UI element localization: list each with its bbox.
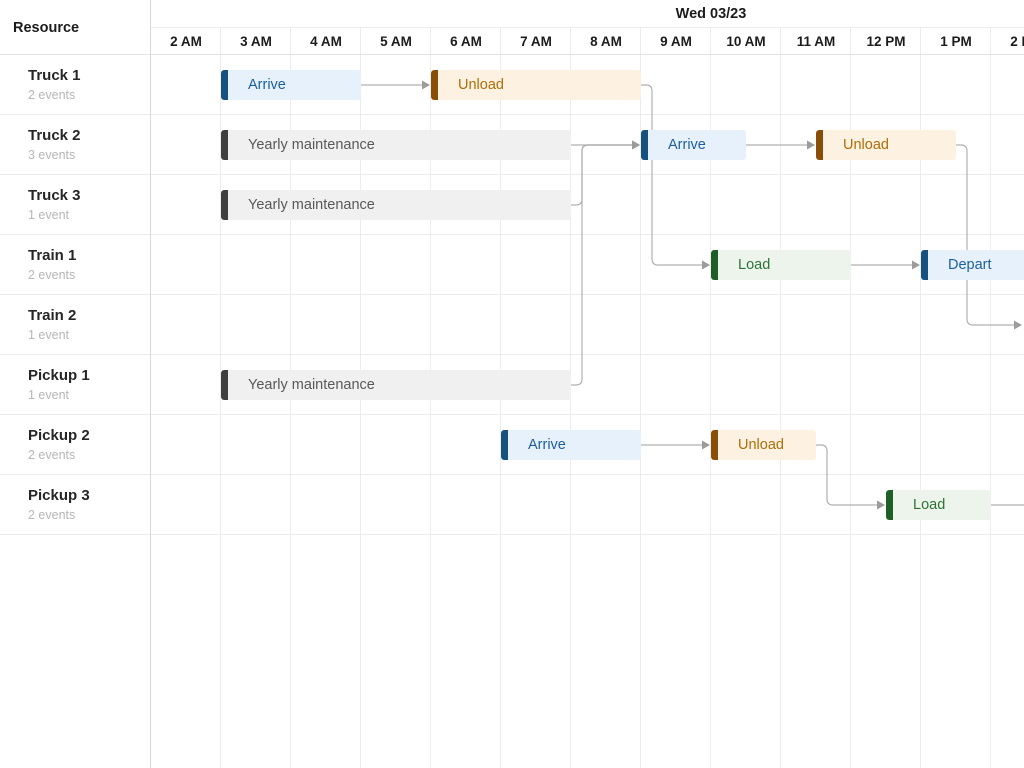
dependency-arrowhead (807, 141, 815, 150)
dependency-line (816, 445, 884, 505)
resource-event-count: 1 event (28, 206, 150, 225)
event-label: Yearly maintenance (221, 370, 571, 400)
event-label: Load (711, 250, 851, 280)
hour-header-cell: 8 AM (571, 27, 641, 55)
resource-name: Pickup 1 (28, 366, 150, 386)
event-bar-t1-unload[interactable]: Unload (431, 70, 641, 100)
resource-row-truck-1[interactable]: Truck 12 events (0, 55, 150, 115)
resource-name: Train 1 (28, 246, 150, 266)
event-label: Arrive (501, 430, 641, 460)
event-label: Arrive (221, 70, 361, 100)
resource-row-pickup-3[interactable]: Pickup 32 events (0, 475, 150, 535)
resource-event-count: 1 event (28, 326, 150, 345)
resource-row-train-2[interactable]: Train 21 event (0, 295, 150, 355)
event-label: Unload (431, 70, 641, 100)
hour-header-cell: 3 AM (221, 27, 291, 55)
dependency-line (641, 85, 709, 265)
resource-name: Truck 3 (28, 186, 150, 206)
resource-row-truck-2[interactable]: Truck 23 events (0, 115, 150, 175)
event-bar-tr1-depart[interactable]: Depart (921, 250, 1024, 280)
resource-name: Train 2 (28, 306, 150, 326)
hour-header-cell: 7 AM (501, 27, 571, 55)
event-label: Arrive (641, 130, 746, 160)
dependency-arrowhead (912, 261, 920, 270)
event-left-accent (711, 430, 718, 460)
resource-name: Truck 1 (28, 66, 150, 86)
dependency-line (956, 145, 1021, 325)
dependency-line (571, 145, 639, 385)
event-left-accent (431, 70, 438, 100)
resource-event-count: 2 events (28, 446, 150, 465)
resource-name: Pickup 3 (28, 486, 150, 506)
day-header: Wed 03/23 (151, 0, 1024, 27)
event-left-accent (501, 430, 508, 460)
scheduler-app: Resource Wed 03/23 2 AM3 AM4 AM5 AM6 AM7… (0, 0, 1024, 768)
event-label: Load (886, 490, 991, 520)
hour-header-cell: 2 AM (151, 27, 221, 55)
hour-header-cell: 10 AM (711, 27, 781, 55)
event-bar-t2-unload[interactable]: Unload (816, 130, 956, 160)
resource-event-count: 2 events (28, 266, 150, 285)
event-bar-tr1-load[interactable]: Load (711, 250, 851, 280)
resource-row-truck-3[interactable]: Truck 31 event (0, 175, 150, 235)
hour-header-cell: 4 AM (291, 27, 361, 55)
event-bar-t2-maint[interactable]: Yearly maintenance (221, 130, 571, 160)
event-left-accent (816, 130, 823, 160)
event-bar-p2-unload[interactable]: Unload (711, 430, 816, 460)
hour-header-cell: 11 AM (781, 27, 851, 55)
dependency-arrowhead (632, 141, 640, 150)
dependency-arrowhead (702, 441, 710, 450)
event-label: Yearly maintenance (221, 130, 571, 160)
hour-header-cell: 9 AM (641, 27, 711, 55)
event-left-accent (641, 130, 648, 160)
event-bar-t3-maint[interactable]: Yearly maintenance (221, 190, 571, 220)
resource-event-count: 1 event (28, 386, 150, 405)
resource-column-label: Resource (13, 20, 79, 36)
event-label: Unload (816, 130, 956, 160)
dependency-arrowhead (422, 81, 430, 90)
resource-name: Pickup 2 (28, 426, 150, 446)
event-left-accent (711, 250, 718, 280)
event-left-accent (886, 490, 893, 520)
dependency-arrowhead (877, 501, 885, 510)
hour-header-cell: 2 PM (991, 27, 1024, 55)
resource-event-count: 2 events (28, 506, 150, 525)
resource-event-count: 3 events (28, 146, 150, 165)
event-left-accent (221, 130, 228, 160)
resource-column-header: Resource (0, 0, 150, 55)
dependency-arrowhead (632, 141, 640, 150)
day-header-label: Wed 03/23 (676, 6, 747, 22)
hour-header-cell: 12 PM (851, 27, 921, 55)
dependency-arrowhead (632, 141, 640, 150)
event-left-accent (221, 70, 228, 100)
dependency-line (571, 145, 639, 205)
event-bar-t1-arrive[interactable]: Arrive (221, 70, 361, 100)
event-bar-p1-maint[interactable]: Yearly maintenance (221, 370, 571, 400)
hour-header-cell: 1 PM (921, 27, 991, 55)
event-bar-p3-load[interactable]: Load (886, 490, 991, 520)
event-bar-p2-arrive[interactable]: Arrive (501, 430, 641, 460)
hour-header-cell: 5 AM (361, 27, 431, 55)
horizontal-row-lines (0, 55, 1024, 536)
resource-row-train-1[interactable]: Train 12 events (0, 235, 150, 295)
dependency-arrowhead (702, 261, 710, 270)
resource-row-pickup-2[interactable]: Pickup 22 events (0, 415, 150, 475)
resource-row-pickup-1[interactable]: Pickup 11 event (0, 355, 150, 415)
resource-name: Truck 2 (28, 126, 150, 146)
panel-separator (150, 0, 151, 768)
event-label: Depart (921, 250, 1024, 280)
hour-header-cell: 6 AM (431, 27, 501, 55)
event-left-accent (921, 250, 928, 280)
event-bar-t2-arrive[interactable]: Arrive (641, 130, 746, 160)
event-left-accent (221, 190, 228, 220)
event-label: Unload (711, 430, 816, 460)
resource-event-count: 2 events (28, 86, 150, 105)
event-left-accent (221, 370, 228, 400)
dependency-arrowhead (1014, 321, 1022, 330)
event-label: Yearly maintenance (221, 190, 571, 220)
